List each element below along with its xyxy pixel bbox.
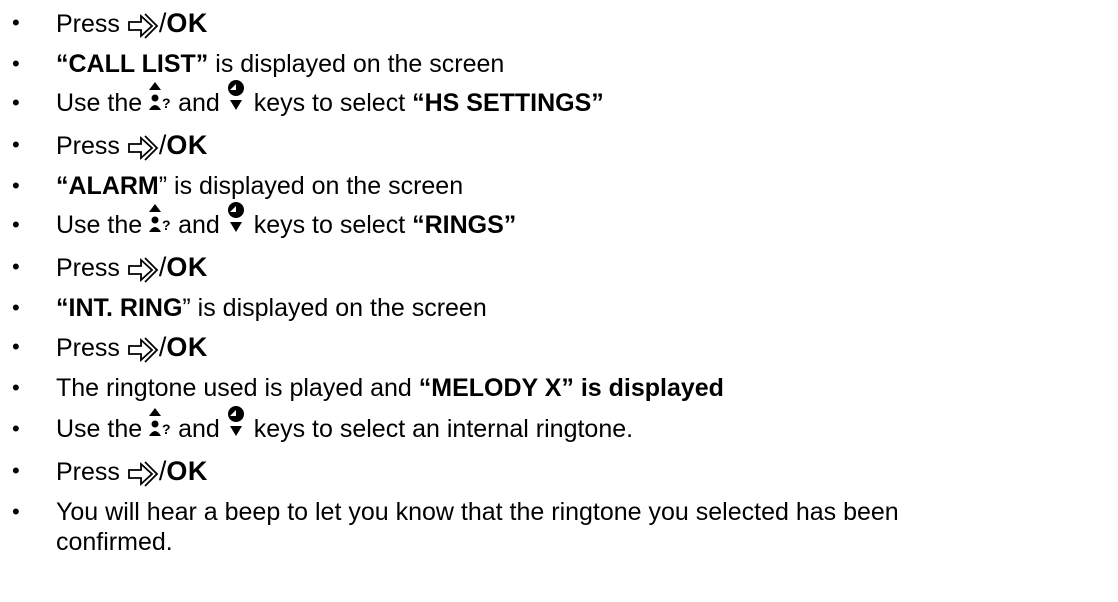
enter-arrow-icon — [127, 257, 159, 284]
press-label: Press — [56, 10, 120, 38]
svg-text:?: ? — [162, 95, 171, 111]
bullet: • — [12, 254, 20, 279]
press-label: Press — [56, 458, 120, 486]
enter-arrow-icon — [127, 13, 159, 40]
step-pre: The ringtone used is played and — [56, 374, 412, 402]
svg-text:?: ? — [162, 217, 171, 233]
bullet: • — [12, 334, 20, 359]
ok-label: OK — [166, 8, 208, 38]
step-text: Use the ? and keys to select an internal… — [56, 406, 634, 444]
step-rest: is displayed on the screen — [167, 172, 464, 200]
down-volume-icon — [227, 80, 244, 111]
bullet: • — [12, 295, 20, 320]
step-text: Press /OK — [56, 252, 208, 284]
menu-name: “ALARM — [56, 172, 159, 200]
enter-arrow-icon — [127, 461, 159, 488]
up-contacts-icon: ? — [149, 408, 171, 437]
menu-name: “INT. RING — [56, 294, 183, 322]
bullet: • — [12, 90, 20, 115]
ok-label: OK — [166, 252, 208, 282]
step-text: Press /OK — [56, 332, 208, 364]
step-pre: Use the — [56, 89, 143, 117]
step-text: Press /OK — [56, 130, 208, 162]
step-pre: Use the — [56, 415, 143, 443]
enter-arrow-icon — [127, 135, 159, 162]
up-contacts-icon: ? — [149, 82, 171, 111]
menu-name: “RINGS” — [412, 211, 517, 239]
step-mid: and — [178, 415, 220, 443]
step-pre: Use the — [56, 211, 143, 239]
svg-text:?: ? — [162, 421, 171, 437]
step-rest: is displayed on the screen — [208, 50, 505, 78]
bullet: • — [12, 375, 20, 400]
step-text-line-1: You will hear a beep to let you know tha… — [56, 498, 899, 526]
enter-arrow-icon — [127, 337, 159, 364]
step-text-line-2: confirmed. — [56, 528, 173, 556]
close-quote: ” — [182, 294, 191, 322]
press-label: Press — [56, 132, 120, 160]
step-post: keys to select — [253, 89, 406, 117]
step-text: The ringtone used is played and “MELODY … — [56, 373, 724, 403]
bullet: • — [12, 212, 20, 237]
step-text: Press /OK — [56, 456, 208, 488]
ok-label: OK — [166, 130, 208, 160]
melody-status: “MELODY X” is displayed — [418, 374, 724, 402]
ok-label: OK — [166, 456, 208, 486]
press-label: Press — [56, 334, 120, 362]
press-label: Press — [56, 254, 120, 282]
menu-name: “HS SETTINGS” — [412, 89, 604, 117]
step-text: “ALARM” is displayed on the screen — [56, 171, 463, 201]
step-text: Use the ? and keys to select “HS SETTING… — [56, 80, 604, 118]
down-volume-icon — [227, 202, 244, 233]
bullet: • — [12, 51, 20, 76]
bullet: • — [12, 416, 20, 441]
step-post: keys to select — [253, 211, 406, 239]
bullet: • — [12, 499, 20, 524]
ok-label: OK — [166, 332, 208, 362]
step-mid: and — [178, 211, 220, 239]
bullet: • — [12, 173, 20, 198]
step-text: “CALL LIST” is displayed on the screen — [56, 49, 504, 79]
step-mid: and — [178, 89, 220, 117]
down-volume-icon — [227, 406, 244, 437]
step-text: Press /OK — [56, 8, 208, 40]
step-text: Use the ? and keys to select “RINGS” — [56, 202, 517, 240]
step-rest: is displayed on the screen — [190, 294, 487, 322]
bullet: • — [12, 458, 20, 483]
step-text: “INT. RING” is displayed on the screen — [56, 293, 487, 323]
up-contacts-icon: ? — [149, 204, 171, 233]
bullet: • — [12, 10, 20, 35]
close-quote: ” — [158, 172, 168, 200]
bullet: • — [12, 132, 20, 157]
step-post: keys to select an internal ringtone. — [253, 415, 634, 443]
menu-name: “CALL LIST” — [56, 50, 209, 78]
list-item: • You will hear a beep to let you know t… — [0, 497, 1118, 567]
